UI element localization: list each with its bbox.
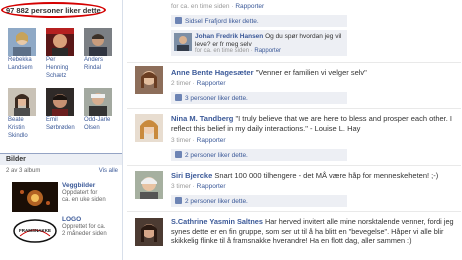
divider	[127, 211, 461, 212]
friend-photo[interactable]	[84, 28, 112, 56]
report-link[interactable]: Rapporter	[197, 137, 226, 144]
friend-anders[interactable]: Anders Rindal	[84, 28, 116, 72]
see-all-link[interactable]: Vis alle	[99, 168, 118, 174]
friend-photo[interactable]	[8, 28, 36, 56]
friend-name[interactable]: Anders	[84, 57, 116, 64]
post-body: S.Cathrine Yasmin Saltnes Har herved inv…	[171, 217, 456, 246]
comment-time: for ca. en time siden	[195, 48, 250, 54]
like-bar: 2 personer liker dette.	[171, 149, 347, 161]
comment-box: Johan Fredrik Hansen Og du spør hvordan …	[171, 30, 347, 56]
post-author-photo[interactable]	[135, 114, 163, 142]
post-author-photo[interactable]	[135, 218, 163, 246]
friend-name[interactable]: Kristin	[8, 125, 40, 132]
thumbs-up-icon	[175, 17, 182, 24]
comment-text: Johan Fredrik Hansen Og du spør hvordan …	[195, 33, 345, 49]
post-content: "Venner er familien vi velger selv"	[255, 68, 367, 77]
album-thumbnail[interactable]	[12, 182, 58, 212]
comment-meta: for ca. en time siden · Rapporter	[195, 48, 282, 54]
like-bar: 3 personer liker dette.	[171, 92, 347, 104]
logo-text: FRAMSNAKKE	[19, 228, 51, 233]
like-bar: 2 personer liker dette.	[171, 195, 347, 207]
post-time[interactable]: for ca. en time siden	[171, 3, 230, 10]
friend-name[interactable]: Henning	[46, 65, 78, 72]
friend-rebekka[interactable]: Rebekka Landsem	[8, 28, 40, 72]
wall-feed: for ca. en time siden · Rapporter Sidsel…	[123, 0, 462, 260]
post-body: Anne Bente Hagesæter "Venner er familien…	[171, 68, 456, 78]
like-text[interactable]: 3 personer liker dette.	[185, 95, 248, 102]
left-sidebar: 97 882 personer liker dette Rebekka Land…	[0, 0, 123, 260]
divider	[127, 62, 461, 63]
friend-name[interactable]: Odd-Jarle	[84, 117, 116, 124]
friend-beate[interactable]: Beate Kristin Skindlo	[8, 88, 40, 140]
friend-name[interactable]: Emil	[46, 117, 78, 124]
post-body: Siri Bjercke Snart 100 000 tilhengere - …	[171, 171, 456, 181]
friend-name[interactable]: Rindal	[84, 65, 116, 72]
post-time[interactable]: 3 timer	[171, 137, 191, 144]
comment-author[interactable]: Johan Fredrik Hansen	[195, 33, 263, 40]
like-text[interactable]: 2 personer liker dette.	[185, 198, 248, 205]
friend-emil[interactable]: Emil Sørbrøden	[46, 88, 78, 132]
friend-photo[interactable]	[46, 28, 74, 56]
post-author-photo[interactable]	[135, 66, 163, 94]
like-text[interactable]: 2 personer liker dette.	[185, 152, 248, 159]
like-text[interactable]: Sidsel Frafjord liker dette.	[185, 18, 259, 25]
friend-odd-jarle[interactable]: Odd-Jarle Olsen	[84, 88, 116, 132]
post-content: Snart 100 000 tilhengere - det MÅ være h…	[214, 171, 439, 180]
thumbs-up-icon	[175, 197, 182, 204]
friend-name[interactable]: Schætz	[46, 73, 78, 80]
album-meta: Opprettet for ca. 2 måneder siden	[62, 224, 122, 238]
post-author[interactable]: Siri Bjercke	[171, 171, 212, 180]
friend-photo[interactable]	[46, 88, 74, 116]
album-meta: Oppdatert for ca. en uke siden	[62, 190, 122, 204]
report-link[interactable]: Rapporter	[197, 80, 226, 87]
friend-name[interactable]: Per	[46, 57, 78, 64]
photos-heading[interactable]: Bilder	[0, 153, 122, 165]
post-meta: 3 timer · Rapporter	[171, 137, 226, 144]
post-body: Nina M. Tandberg "I truly believe that w…	[171, 114, 456, 134]
report-link[interactable]: Rapporter	[197, 183, 226, 190]
likes-count[interactable]: 97 882 personer liker dette	[6, 6, 101, 15]
thumbs-up-icon	[175, 151, 182, 158]
photos-subheader: 2 av 3 album Vis alle	[6, 168, 118, 174]
album-count: 2 av 3 album	[6, 168, 41, 174]
post-meta: for ca. en time siden · Rapporter	[171, 3, 264, 10]
album-title[interactable]: LOGO	[62, 216, 81, 223]
post-time[interactable]: 3 timer	[171, 183, 191, 190]
friend-name[interactable]: Rebekka	[8, 57, 40, 64]
album-title[interactable]: Veggbilder	[62, 182, 95, 189]
report-link[interactable]: Rapporter	[235, 3, 264, 10]
post-time[interactable]: 2 timer	[171, 80, 191, 87]
post-meta: 3 timer · Rapporter	[171, 183, 226, 190]
friend-name[interactable]: Sørbrøden	[46, 125, 78, 132]
commenter-avatar[interactable]	[174, 33, 192, 51]
post-author[interactable]: Nina M. Tandberg	[171, 114, 233, 123]
album-meta-line: 2 måneder siden	[62, 231, 107, 237]
post-author[interactable]: Anne Bente Hagesæter	[171, 68, 254, 77]
post-author[interactable]: S.Cathrine Yasmin Saltnes	[171, 217, 263, 226]
friend-name[interactable]: Olsen	[84, 125, 116, 132]
thumbs-up-icon	[175, 94, 182, 101]
divider	[127, 165, 461, 166]
friend-photo[interactable]	[8, 88, 36, 116]
album-meta-line: Oppdatert for	[62, 190, 98, 196]
friend-per-henning[interactable]: Per Henning Schætz	[46, 28, 78, 80]
like-bar: Sidsel Frafjord liker dette.	[171, 15, 347, 27]
friend-name[interactable]: Landsem	[8, 65, 40, 72]
album-meta-line: ca. en uke siden	[62, 197, 106, 203]
divider	[127, 108, 461, 109]
report-link[interactable]: Rapporter	[254, 48, 281, 54]
post-author-photo[interactable]	[135, 171, 163, 199]
album-meta-line: Opprettet for ca.	[62, 224, 106, 230]
post-meta: 2 timer · Rapporter	[171, 80, 226, 87]
friend-name[interactable]: Beate	[8, 117, 40, 124]
friend-name[interactable]: Skindlo	[8, 133, 40, 140]
friend-photo[interactable]	[84, 88, 112, 116]
